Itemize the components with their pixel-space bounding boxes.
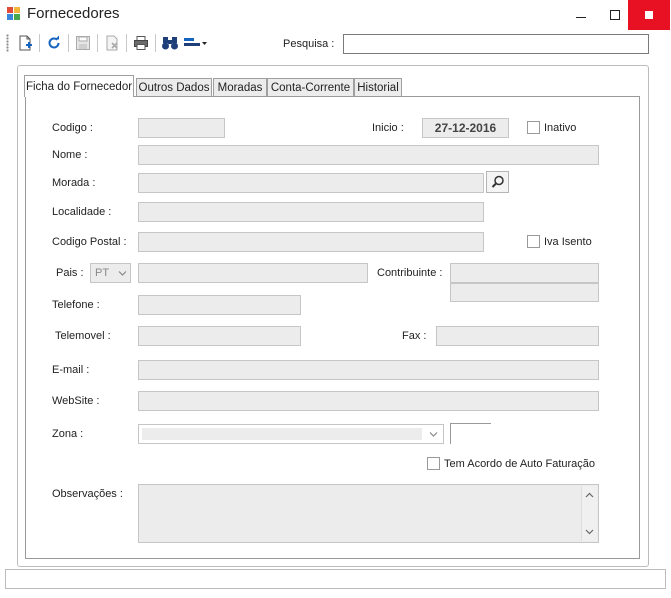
observacoes-textarea[interactable] bbox=[138, 484, 599, 543]
refresh-button[interactable] bbox=[43, 33, 65, 53]
contribuinte-secondary-field[interactable] bbox=[450, 283, 599, 302]
minimize-button[interactable] bbox=[564, 0, 598, 30]
toolbar-separator bbox=[97, 34, 98, 52]
title-bar: Fornecedores bbox=[0, 0, 671, 30]
morada-field[interactable] bbox=[138, 173, 484, 193]
tab-ficha-do-fornecedor[interactable]: Ficha do Fornecedor bbox=[24, 75, 134, 97]
chevron-down-icon bbox=[429, 432, 438, 437]
zona-select[interactable] bbox=[138, 424, 444, 444]
toolbar-grip[interactable] bbox=[6, 34, 9, 52]
save-icon bbox=[76, 36, 90, 50]
pais-label: Pais : bbox=[56, 267, 84, 279]
pais-description-field[interactable] bbox=[138, 263, 368, 283]
fax-field[interactable] bbox=[436, 326, 599, 346]
inativo-label: Inativo bbox=[544, 122, 577, 134]
search-label: Pesquisa : bbox=[283, 38, 335, 50]
zona-code-field[interactable] bbox=[450, 423, 491, 444]
website-label: WebSite : bbox=[52, 395, 100, 407]
contribuinte-field[interactable] bbox=[450, 263, 599, 283]
delete-button[interactable] bbox=[101, 33, 123, 53]
morada-search-button[interactable] bbox=[486, 171, 509, 193]
iva-isento-checkbox[interactable] bbox=[527, 235, 540, 248]
telefone-label: Telefone : bbox=[52, 299, 100, 311]
maximize-icon bbox=[610, 10, 620, 20]
telemovel-label: Telemovel : bbox=[55, 330, 111, 342]
codigo-field[interactable] bbox=[138, 118, 225, 138]
close-button[interactable] bbox=[628, 0, 670, 30]
tab-outros-dados[interactable]: Outros Dados bbox=[136, 78, 212, 97]
nome-label: Nome : bbox=[52, 149, 88, 161]
codigo-postal-label: Codigo Postal : bbox=[52, 236, 127, 248]
nome-field[interactable] bbox=[138, 145, 599, 165]
codigo-postal-field[interactable] bbox=[138, 232, 484, 252]
localidade-field[interactable] bbox=[138, 202, 484, 222]
status-bar bbox=[5, 569, 666, 589]
tab-historial[interactable]: Historial bbox=[354, 78, 402, 97]
minimize-icon bbox=[576, 17, 586, 18]
auto-faturacao-checkbox[interactable] bbox=[427, 457, 440, 470]
new-document-icon bbox=[19, 35, 32, 51]
find-button[interactable] bbox=[159, 33, 181, 53]
email-field[interactable] bbox=[138, 360, 599, 380]
inicio-label: Inicio : bbox=[372, 122, 404, 134]
iva-isento-label: Iva Isento bbox=[544, 236, 592, 248]
toolbar-separator bbox=[126, 34, 127, 52]
binoculars-icon bbox=[162, 37, 178, 50]
delete-document-icon bbox=[106, 35, 118, 51]
magnifier-icon bbox=[491, 175, 504, 188]
observacoes-scrollbar[interactable] bbox=[581, 486, 597, 541]
website-field[interactable] bbox=[138, 391, 599, 411]
tab-moradas[interactable]: Moradas bbox=[213, 78, 267, 97]
toolbar-separator bbox=[155, 34, 156, 52]
inicio-date-field[interactable]: 27-12-2016 bbox=[422, 118, 509, 138]
window-title: Fornecedores bbox=[27, 5, 120, 22]
pais-select[interactable]: PT bbox=[90, 263, 131, 283]
filter-dropdown-button[interactable] bbox=[182, 33, 210, 53]
inativo-checkbox[interactable] bbox=[527, 121, 540, 134]
email-label: E-mail : bbox=[52, 364, 90, 376]
scroll-down-icon[interactable] bbox=[585, 529, 594, 535]
pais-select-value: PT bbox=[95, 267, 110, 279]
maximize-button[interactable] bbox=[598, 0, 632, 30]
close-icon bbox=[645, 11, 653, 19]
save-button[interactable] bbox=[72, 33, 94, 53]
tab-conta-corrente[interactable]: Conta-Corrente bbox=[267, 78, 354, 97]
zona-select-value bbox=[142, 428, 422, 440]
observacoes-label: Observações : bbox=[52, 488, 123, 500]
toolbar-separator bbox=[68, 34, 69, 52]
telefone-field[interactable] bbox=[138, 295, 301, 315]
telemovel-field[interactable] bbox=[138, 326, 301, 346]
printer-icon bbox=[134, 36, 148, 50]
search-input[interactable] bbox=[343, 34, 649, 54]
filter-dropdown-icon bbox=[184, 38, 207, 46]
zona-label: Zona : bbox=[52, 428, 84, 440]
print-button[interactable] bbox=[130, 33, 152, 53]
localidade-label: Localidade : bbox=[52, 206, 112, 218]
contribuinte-label: Contribuinte : bbox=[377, 267, 443, 279]
chevron-down-icon bbox=[118, 271, 127, 276]
refresh-icon bbox=[48, 35, 60, 49]
scroll-up-icon[interactable] bbox=[585, 492, 594, 498]
auto-faturacao-label: Tem Acordo de Auto Faturação bbox=[444, 458, 596, 470]
toolbar-separator bbox=[39, 34, 40, 52]
app-icon bbox=[7, 7, 20, 20]
morada-label: Morada : bbox=[52, 177, 96, 189]
fax-label: Fax : bbox=[402, 330, 427, 342]
codigo-label: Codigo : bbox=[52, 122, 93, 134]
new-record-button[interactable] bbox=[14, 33, 36, 53]
